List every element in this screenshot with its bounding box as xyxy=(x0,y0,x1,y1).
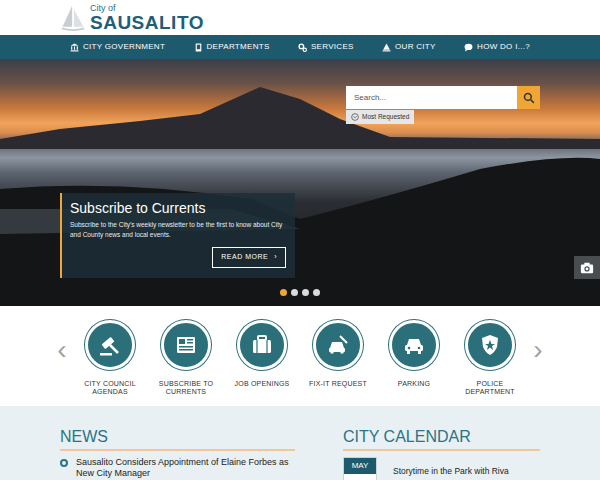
calendar-panel: CITY CALENDAR MAY Storytime in the Park wi… xyxy=(343,428,540,480)
hero-photo: Most RequestedSubscribe to CurrentsSubsc… xyxy=(0,59,600,306)
logo-small: City of xyxy=(90,4,204,13)
nav-item[interactable]: DEPARTMENTS xyxy=(188,35,276,59)
news-calendar-section: NEWS Sausalito Considers Appointment of E… xyxy=(0,406,600,480)
building-icon xyxy=(70,43,79,52)
logo-big: SAUSALITO xyxy=(90,13,204,32)
quick-link-label: SUBSCRIBE TO CURRENTS xyxy=(151,380,221,395)
prev-arrow[interactable]: ‹ xyxy=(55,336,69,364)
briefcase-icon xyxy=(250,333,274,357)
most-requested-label: Most Requested xyxy=(362,112,409,122)
quick-link[interactable]: JOB OPENINGS xyxy=(227,320,297,388)
quick-link[interactable]: CITY COUNCIL AGENDAS xyxy=(75,320,145,395)
quick-link[interactable]: POLICE DEPARTMENT xyxy=(455,320,525,395)
slide-text: Subscribe to the City's weekly newslette… xyxy=(70,220,286,239)
search-button[interactable] xyxy=(517,86,540,109)
camera-icon xyxy=(580,261,594,275)
calendar-heading: CITY CALENDAR xyxy=(343,428,540,451)
read-more-chevron: › xyxy=(274,252,277,263)
calendar-event[interactable]: MAY Storytime in the Park with Riva xyxy=(343,457,540,480)
slider-dot[interactable] xyxy=(313,289,320,296)
quick-link-circle xyxy=(313,320,363,370)
police-badge-icon xyxy=(478,333,502,357)
gears-icon xyxy=(298,43,307,52)
nav-item[interactable]: CITY GOVERNMENT xyxy=(64,35,171,59)
main-nav: CITY GOVERNMENT DEPARTMENTS SERVICES OUR CI… xyxy=(0,35,600,59)
quick-link-label: POLICE DEPARTMENT xyxy=(455,380,525,395)
slider-dots xyxy=(0,289,600,296)
chat-icon xyxy=(464,43,473,52)
quick-link-circle xyxy=(237,320,287,370)
nav-item[interactable]: HOW DO I...? xyxy=(458,35,536,59)
nav-item[interactable]: OUR CITY xyxy=(376,35,442,59)
chevron-down-icon xyxy=(351,113,359,121)
slide-title: Subscribe to Currents xyxy=(70,201,286,216)
news-item[interactable]: Sausalito Considers Appointment of Elain… xyxy=(60,457,295,480)
quick-links: ‹ CITY COUNCIL AGENDAS SUBSCRIBE TO CURREN… xyxy=(0,306,600,406)
read-more-button[interactable]: READ MORE › xyxy=(212,247,286,268)
quick-link[interactable]: SUBSCRIBE TO CURRENTS xyxy=(151,320,221,395)
quick-link-circle xyxy=(465,320,515,370)
event-title: Storytime in the Park with Riva xyxy=(393,457,509,480)
read-more-label: READ MORE xyxy=(221,252,268,263)
most-requested-toggle[interactable]: Most Requested xyxy=(346,110,414,124)
quick-link-circle xyxy=(389,320,439,370)
news-panel: NEWS Sausalito Considers Appointment of E… xyxy=(60,428,295,480)
slider-dot[interactable] xyxy=(302,289,309,296)
quick-link-circle xyxy=(161,320,211,370)
event-date: MAY xyxy=(343,457,377,480)
quick-link[interactable]: FIX-IT REQUEST xyxy=(303,320,373,388)
nav-item[interactable]: SERVICES xyxy=(292,35,360,59)
search-bar xyxy=(346,86,540,109)
slider-dot[interactable] xyxy=(280,289,287,296)
event-month: MAY xyxy=(344,458,376,474)
car-icon xyxy=(402,333,426,357)
quick-link[interactable]: PARKING xyxy=(379,320,449,388)
next-arrow[interactable]: › xyxy=(531,336,545,364)
quick-link-label: JOB OPENINGS xyxy=(235,380,290,388)
logo-text: City ofSAUSALITO xyxy=(90,4,204,32)
car-repair-icon xyxy=(326,333,350,357)
tablet-icon xyxy=(194,43,203,52)
newspaper-icon xyxy=(174,333,198,357)
sailboat-icon xyxy=(60,3,86,33)
gavel-icon xyxy=(98,333,122,357)
magnifier-icon xyxy=(523,92,535,104)
quick-link-circle xyxy=(85,320,135,370)
landmark-icon xyxy=(382,43,391,52)
site-logo[interactable]: City ofSAUSALITO xyxy=(60,3,204,33)
nav-label: CITY GOVERNMENT xyxy=(83,41,165,53)
bullet-icon xyxy=(60,459,68,467)
slider-dot[interactable] xyxy=(291,289,298,296)
search-input[interactable] xyxy=(346,86,517,109)
news-title: Sausalito Considers Appointment of Elain… xyxy=(76,457,295,480)
news-heading: NEWS xyxy=(60,428,295,451)
nav-label: HOW DO I...? xyxy=(477,41,530,53)
photo-info-button[interactable] xyxy=(574,256,600,279)
slide-card: Subscribe to Currents Subscribe to the Ci… xyxy=(60,193,295,278)
quick-link-label: FIX-IT REQUEST xyxy=(309,380,367,388)
quick-link-label: PARKING xyxy=(398,380,430,388)
quick-link-label: CITY COUNCIL AGENDAS xyxy=(75,380,145,395)
nav-label: OUR CITY xyxy=(395,41,436,53)
site-header: City ofSAUSALITO xyxy=(0,0,600,35)
nav-label: DEPARTMENTS xyxy=(207,41,270,53)
nav-label: SERVICES xyxy=(311,41,354,53)
